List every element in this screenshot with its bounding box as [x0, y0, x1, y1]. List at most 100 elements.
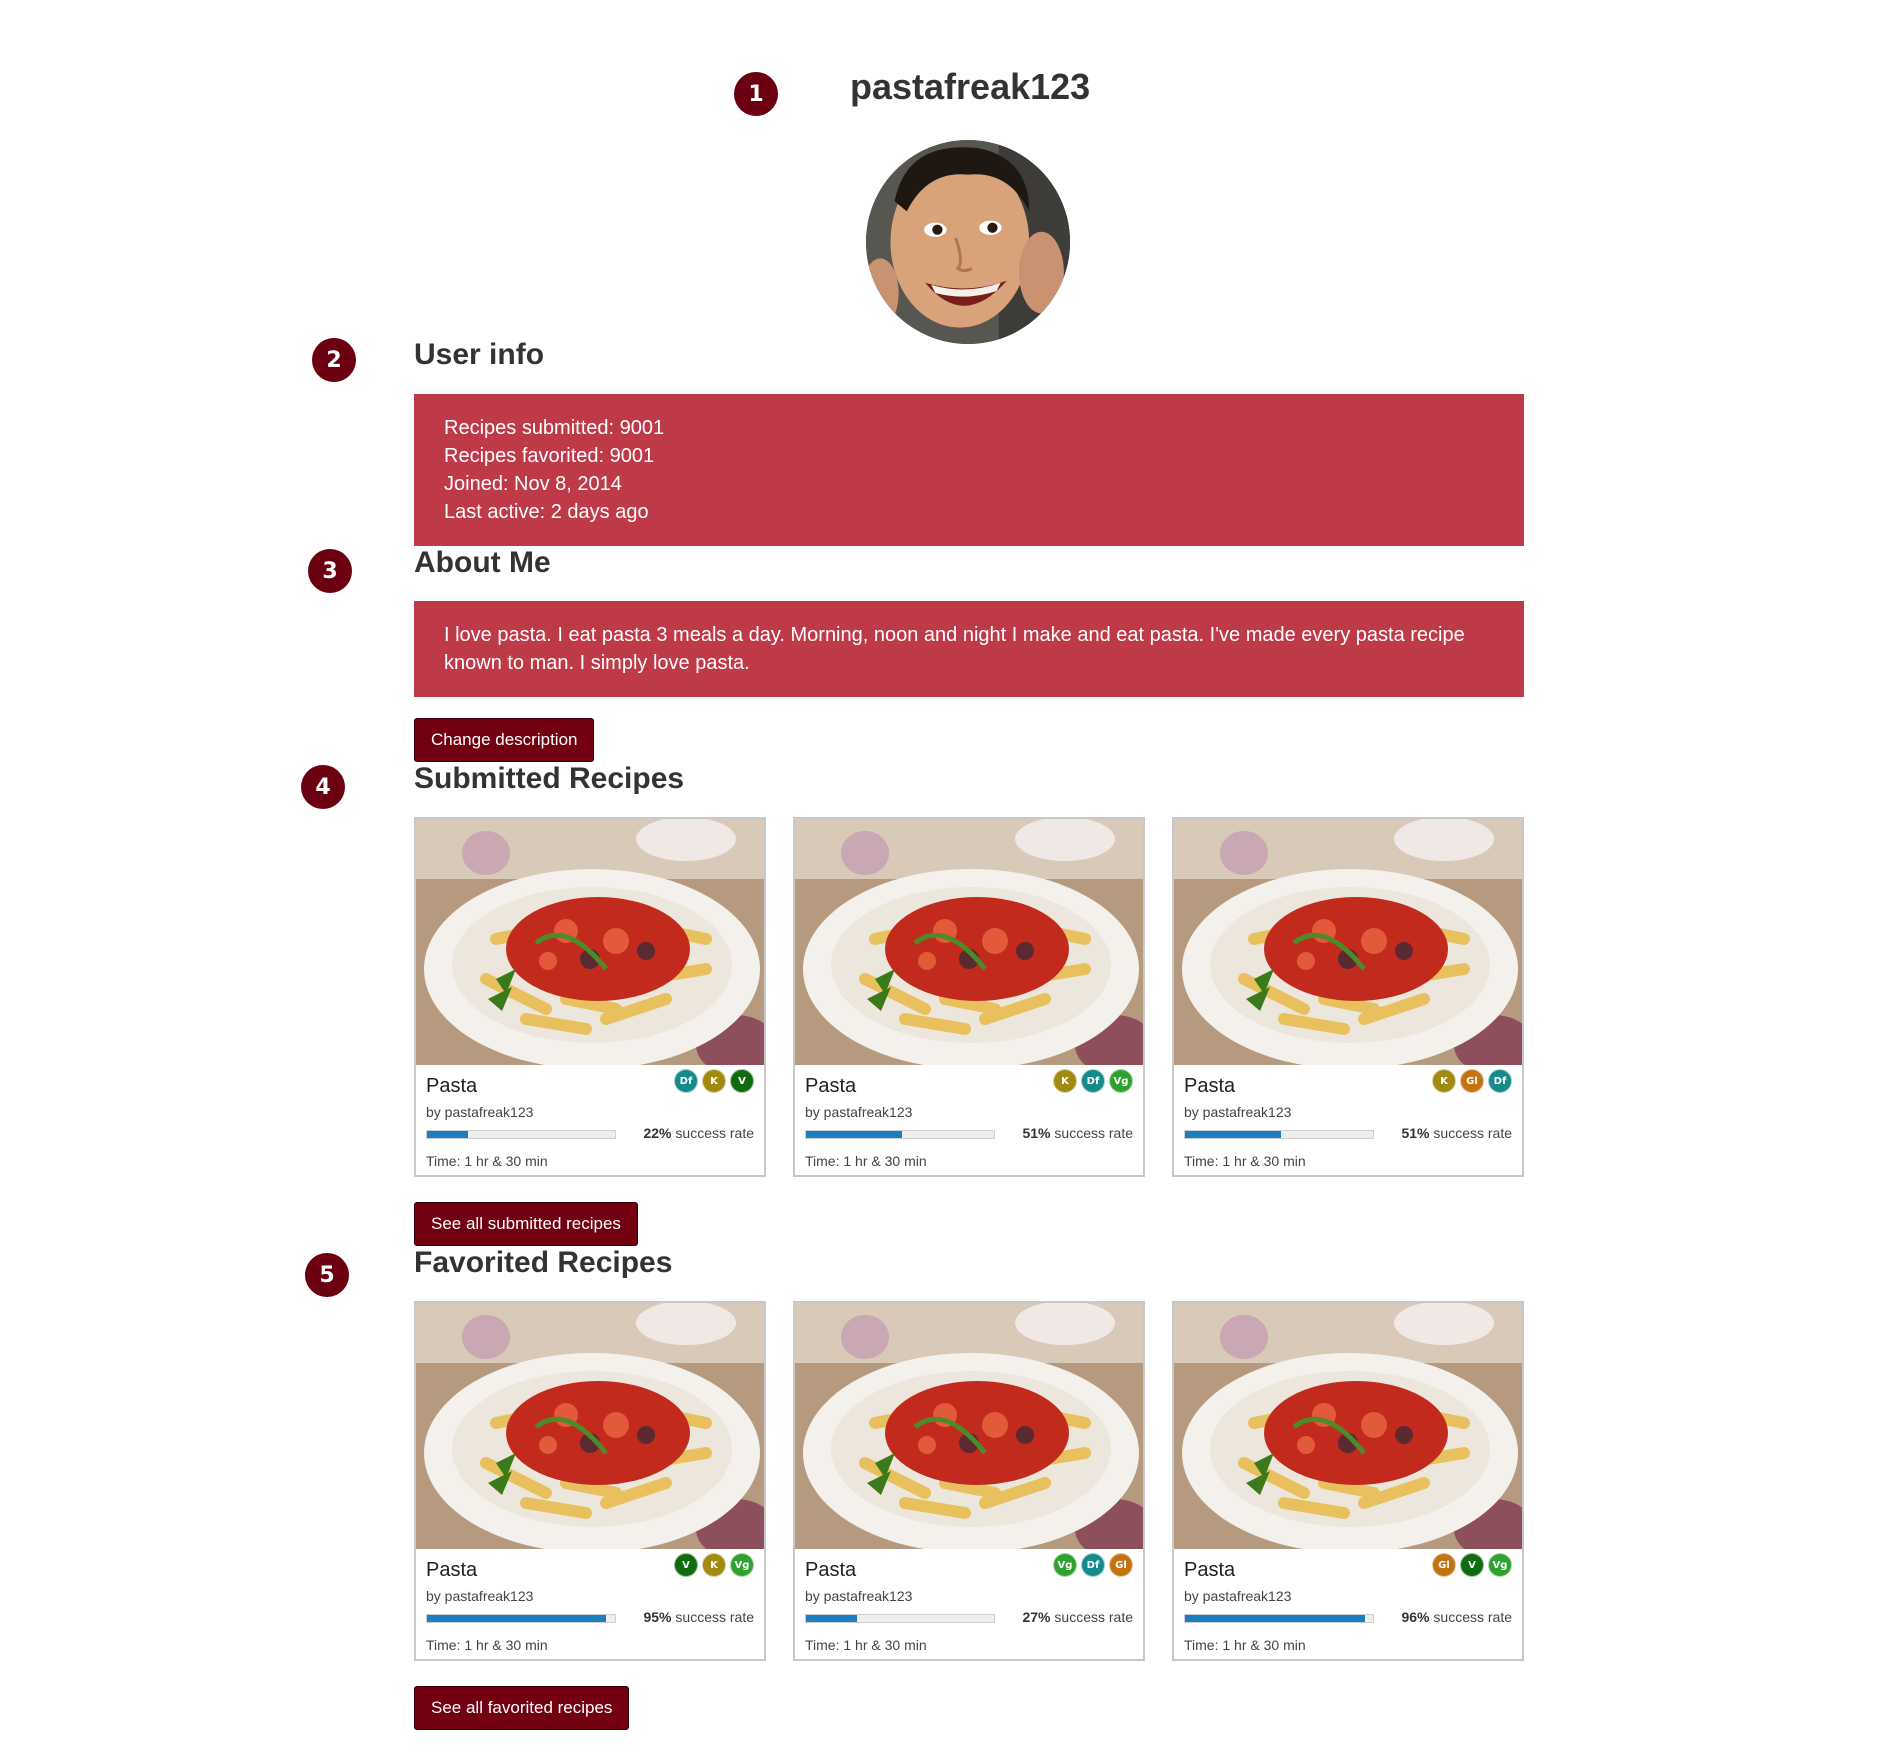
diet-badge-icon: V	[1460, 1553, 1484, 1577]
step-marker-4: 4	[301, 765, 345, 809]
step-marker-1: 1	[734, 72, 778, 116]
recipe-time: Time: 1 hr & 30 min	[1184, 1637, 1306, 1653]
about-me-heading: About Me	[414, 546, 551, 579]
success-rate-bar	[805, 1130, 995, 1139]
recipe-author[interactable]: by pastafreak123	[426, 1104, 533, 1120]
recipe-image[interactable]	[795, 1303, 1143, 1549]
diet-badge-icon: K	[702, 1069, 726, 1093]
last-active: Last active: 2 days ago	[444, 501, 649, 523]
recipe-time: Time: 1 hr & 30 min	[426, 1153, 548, 1169]
recipe-title[interactable]: Pasta	[426, 1075, 477, 1098]
diet-badge-icon: V	[730, 1069, 754, 1093]
diet-badges: Df K V	[674, 1069, 754, 1093]
avatar	[866, 140, 1070, 344]
success-rate-label: success rate	[1050, 1125, 1133, 1141]
recipe-title[interactable]: Pasta	[1184, 1075, 1235, 1098]
user-info-heading: User info	[414, 338, 545, 371]
success-rate-label: success rate	[671, 1609, 754, 1625]
step-marker-3: 3	[308, 549, 352, 593]
recipe-title[interactable]: Pasta	[426, 1559, 477, 1582]
user-info-box: Recipes submitted: 9001 Recipes favorite…	[414, 394, 1524, 546]
recipe-card[interactable]: Pasta K Df Vg by pastafreak123 51% success…	[793, 817, 1145, 1177]
diet-badge-icon: K	[1432, 1069, 1456, 1093]
diet-badges: Gl V Vg	[1432, 1553, 1512, 1577]
success-rate-label: success rate	[1050, 1609, 1133, 1625]
recipe-author[interactable]: by pastafreak123	[805, 1104, 912, 1120]
success-rate: 51% success rate	[1401, 1125, 1512, 1141]
profile-username: pastafreak123	[850, 66, 1091, 107]
success-rate-bar	[1184, 1130, 1374, 1139]
recipe-title[interactable]: Pasta	[805, 1559, 856, 1582]
success-rate-fill	[427, 1131, 469, 1138]
avatar-photo	[866, 140, 1070, 344]
diet-badge-icon: Df	[1081, 1069, 1105, 1093]
success-rate: 95% success rate	[643, 1609, 754, 1625]
recipe-card[interactable]: Pasta Gl V Vg by pastafreak123 96% success…	[1172, 1301, 1524, 1661]
diet-badge-icon: Df	[674, 1069, 698, 1093]
diet-badge-icon: Vg	[1053, 1553, 1077, 1577]
recipe-time: Time: 1 hr & 30 min	[805, 1637, 927, 1653]
recipe-title[interactable]: Pasta	[1184, 1559, 1235, 1582]
diet-badge-icon: Gl	[1109, 1553, 1133, 1577]
success-rate-fill	[806, 1615, 857, 1622]
see-all-favorited-button[interactable]: See all favorited recipes	[414, 1686, 630, 1730]
success-rate: 27% success rate	[1022, 1609, 1133, 1625]
success-rate: 22% success rate	[643, 1125, 754, 1141]
diet-badge-icon: Gl	[1460, 1069, 1484, 1093]
recipe-card[interactable]: Pasta V K Vg by pastafreak123 95% success …	[414, 1301, 766, 1661]
success-rate: 96% success rate	[1401, 1609, 1512, 1625]
recipe-card[interactable]: Pasta Vg Df Gl by pastafreak123 27% succes…	[793, 1301, 1145, 1661]
success-rate-label: success rate	[1429, 1125, 1512, 1141]
recipe-image[interactable]	[1174, 819, 1522, 1065]
recipe-author[interactable]: by pastafreak123	[1184, 1104, 1291, 1120]
recipe-author[interactable]: by pastafreak123	[1184, 1588, 1291, 1604]
success-rate-percent: 22%	[643, 1125, 672, 1141]
recipe-title[interactable]: Pasta	[805, 1075, 856, 1098]
success-rate-fill	[1185, 1131, 1281, 1138]
success-rate-bar	[1184, 1614, 1374, 1623]
diet-badge-icon: Df	[1488, 1069, 1512, 1093]
joined-date: Joined: Nov 8, 2014	[444, 473, 622, 495]
diet-badges: K Df Vg	[1053, 1069, 1133, 1093]
diet-badge-icon: Vg	[1488, 1553, 1512, 1577]
diet-badges: Vg Df Gl	[1053, 1553, 1133, 1577]
recipes-favorited-stat: Recipes favorited: 9001	[444, 445, 655, 467]
diet-badge-icon: K	[702, 1553, 726, 1577]
success-rate-fill	[806, 1131, 902, 1138]
success-rate-label: success rate	[671, 1125, 754, 1141]
recipe-image[interactable]	[1174, 1303, 1522, 1549]
success-rate: 51% success rate	[1022, 1125, 1133, 1141]
diet-badge-icon: K	[1053, 1069, 1077, 1093]
diet-badge-icon: V	[674, 1553, 698, 1577]
favorited-recipes-grid: Pasta V K Vg by pastafreak123 95% success …	[414, 1301, 1524, 1661]
about-me-box: I love pasta. I eat pasta 3 meals a day.…	[414, 601, 1524, 697]
success-rate-label: success rate	[1429, 1609, 1512, 1625]
recipe-card[interactable]: Pasta K Gl Df by pastafreak123 51% success…	[1172, 817, 1524, 1177]
recipes-submitted-stat: Recipes submitted: 9001	[444, 417, 665, 439]
diet-badge-icon: Vg	[1109, 1069, 1133, 1093]
success-rate-percent: 96%	[1401, 1609, 1430, 1625]
favorited-recipes-heading: Favorited Recipes	[414, 1246, 673, 1279]
recipe-time: Time: 1 hr & 30 min	[426, 1637, 548, 1653]
change-description-button[interactable]: Change description	[414, 718, 595, 762]
submitted-recipes-grid: Pasta Df K V by pastafreak123 22% success …	[414, 817, 1524, 1177]
recipe-image[interactable]	[416, 819, 764, 1065]
about-me-text: I love pasta. I eat pasta 3 meals a day.…	[444, 624, 1465, 674]
success-rate-percent: 95%	[643, 1609, 672, 1625]
recipe-author[interactable]: by pastafreak123	[805, 1588, 912, 1604]
diet-badges: K Gl Df	[1432, 1069, 1512, 1093]
step-marker-5: 5	[305, 1253, 349, 1297]
recipe-time: Time: 1 hr & 30 min	[805, 1153, 927, 1169]
recipe-time: Time: 1 hr & 30 min	[1184, 1153, 1306, 1169]
success-rate-bar	[805, 1614, 995, 1623]
recipe-image[interactable]	[416, 1303, 764, 1549]
recipe-card[interactable]: Pasta Df K V by pastafreak123 22% success …	[414, 817, 766, 1177]
recipe-image[interactable]	[795, 819, 1143, 1065]
diet-badge-icon: Gl	[1432, 1553, 1456, 1577]
see-all-submitted-button[interactable]: See all submitted recipes	[414, 1202, 638, 1246]
diet-badges: V K Vg	[674, 1553, 754, 1577]
success-rate-percent: 51%	[1022, 1125, 1051, 1141]
success-rate-fill	[427, 1615, 606, 1622]
diet-badge-icon: Df	[1081, 1553, 1105, 1577]
recipe-author[interactable]: by pastafreak123	[426, 1588, 533, 1604]
